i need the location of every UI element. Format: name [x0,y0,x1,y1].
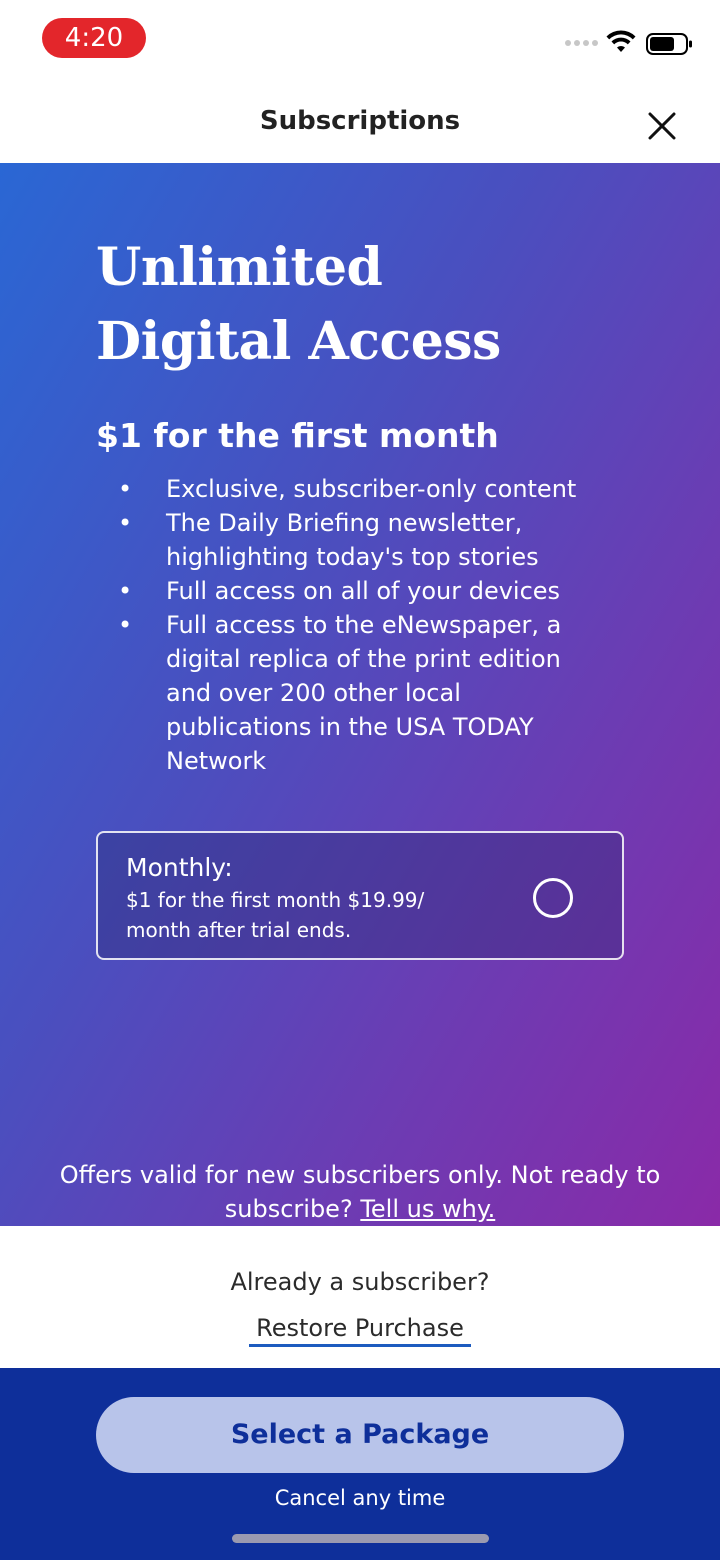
disclaimer-line: Offers valid for new subscribers only. N… [59,1161,661,1189]
page-title: Subscriptions [259,106,461,136]
bullet-icon: • [118,475,133,503]
hero-title-line2: Digital Access [96,311,501,372]
plan-description-line: $1 for the first month $19.99/ [126,888,425,912]
footer-bar: Select a Package Cancel any time [0,1368,720,1560]
offer-heading: $1 for the first month [96,416,499,455]
benefit-text: and over 200 other local [166,679,461,707]
benefit-text: highlighting today's top stories [166,543,539,571]
disclaimer-line: subscribe? Tell us why. [20,1192,700,1226]
bullet-icon: • [118,611,133,639]
restore-section: Already a subscriber? Restore Purchase [0,1226,720,1368]
battery-icon [646,33,692,55]
offer-disclaimer: Offers valid for new subscribers only. N… [20,1158,700,1226]
restore-purchase-link[interactable]: Restore Purchase [249,1314,471,1347]
plan-option-monthly[interactable]: Monthly: $1 for the first month $19.99/ … [96,831,624,960]
cancel-any-time-text: Cancel any time [274,1486,446,1510]
benefit-text: Full access on all of your devices [166,577,561,605]
bullet-icon: • [118,577,133,605]
bullet-icon: • [118,509,133,537]
already-subscriber-text: Already a subscriber? [230,1268,490,1296]
plan-description: $1 for the first month $19.99/ month aft… [126,885,496,945]
status-time: 4:20 [42,18,146,58]
plan-radio-button[interactable] [533,878,573,918]
hero-title-line1: Unlimited [96,237,383,298]
plan-name: Monthly: [126,853,233,882]
hero-title: Unlimited Digital Access [96,231,656,379]
benefit-item: • Full access on all of your devices [96,574,656,608]
benefit-text: The Daily Briefing newsletter, [166,509,523,537]
tell-us-why-link[interactable]: Tell us why. [360,1195,495,1223]
benefit-item: • The Daily Briefing newsletter, highlig… [96,506,656,574]
home-indicator[interactable] [232,1534,489,1543]
status-bar: 4:20 [0,0,720,86]
signal-dots-icon [565,40,598,48]
benefit-item: • Exclusive, subscriber-only content [96,472,656,506]
benefit-text: digital replica of the print edition [166,645,561,673]
benefit-text: Network [166,747,267,775]
benefit-text: publications in the USA TODAY [166,713,534,741]
close-icon[interactable] [644,108,680,144]
disclaimer-prefix: subscribe? [224,1195,361,1223]
wifi-icon [606,30,636,52]
plan-description-line: month after trial ends. [126,918,352,942]
select-package-button[interactable]: Select a Package [96,1397,624,1473]
benefit-item: • Full access to the eNewspaper, a digit… [96,608,656,778]
benefit-text: Full access to the eNewspaper, a [166,611,562,639]
header: Subscriptions [0,86,720,163]
subscription-hero: Unlimited Digital Access $1 for the firs… [0,163,720,1226]
benefit-list: • Exclusive, subscriber-only content • T… [96,472,656,778]
benefit-text: Exclusive, subscriber-only content [166,475,577,503]
